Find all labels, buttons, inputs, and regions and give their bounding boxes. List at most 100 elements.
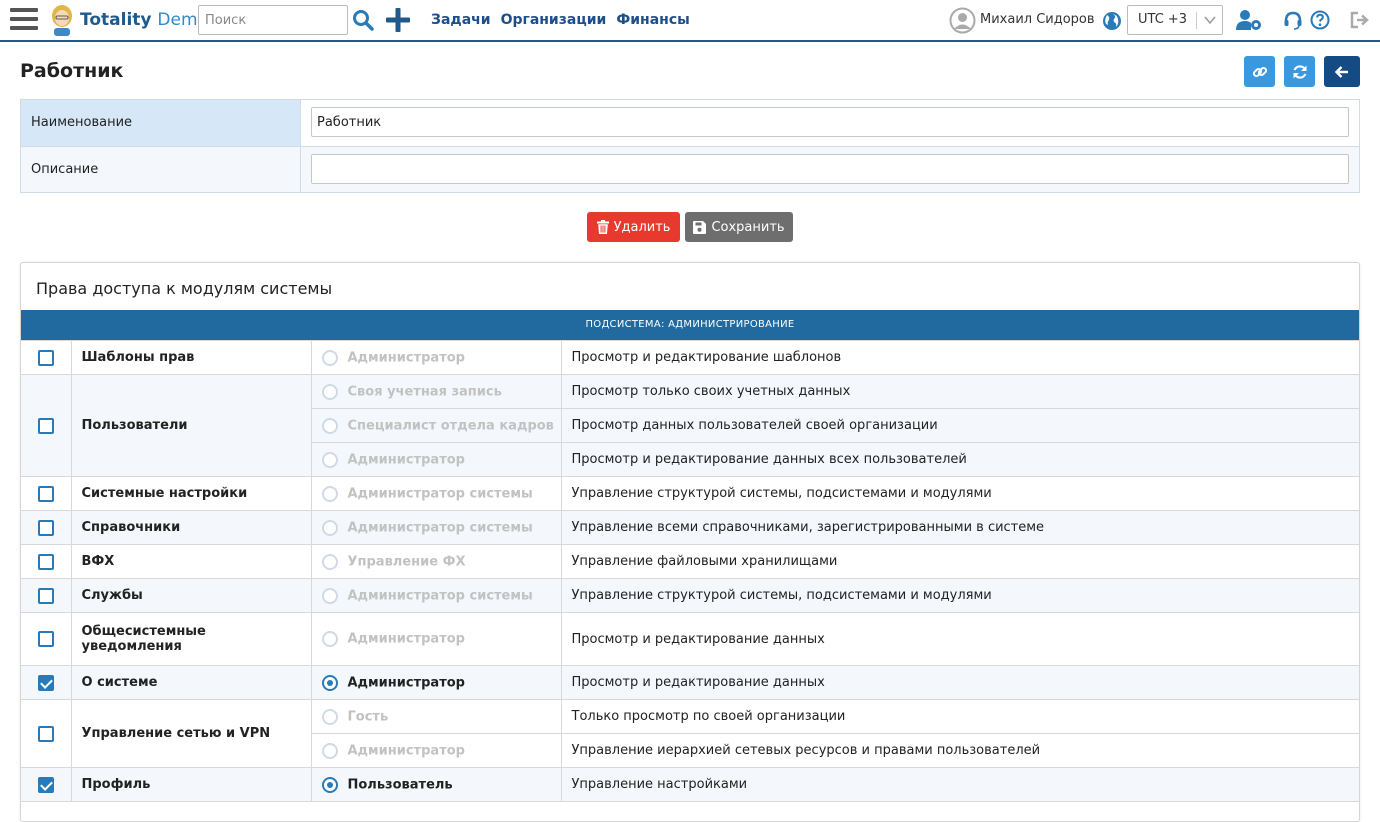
role-radio[interactable] [321,519,338,536]
help-icon[interactable] [1310,10,1330,30]
role-label: Пользователь [347,777,453,792]
role-radio[interactable] [321,742,338,759]
module-checkbox[interactable] [37,553,54,570]
select-divider [1196,12,1197,29]
trash-icon [596,220,609,234]
menu-icon[interactable] [10,8,38,32]
logo-avatar-icon [52,5,72,36]
role-description: Просмотр и редактирование данных всех по… [560,442,1359,477]
module-name: Службы [70,578,312,613]
copy-link-button[interactable] [1244,56,1275,87]
module-name: О системе [70,665,312,700]
role-radio[interactable] [321,553,338,570]
role-option[interactable]: Администратор системы [310,578,562,613]
role-label: Специалист отдела кадров [347,418,554,433]
role-description: Управление структурой системы, подсистем… [560,578,1359,613]
module-checkbox-cell [21,699,72,768]
role-radio[interactable] [321,674,338,691]
rights-row: Общесистемные уведомления Администратор Пр… [21,612,1359,666]
module-checkbox-cell [21,544,72,579]
role-description: Управление файловыми хранилищами [560,544,1359,579]
module-name: Справочники [70,510,312,545]
save-button[interactable]: Сохранить [685,212,793,242]
module-checkbox[interactable] [37,485,54,502]
role-label: Гость [347,709,389,724]
module-checkbox[interactable] [37,417,54,434]
search-input[interactable] [198,5,348,35]
module-checkbox-cell [21,476,72,511]
delete-label: Удалить [613,219,671,235]
role-radio[interactable] [321,631,338,647]
globe-icon [1103,12,1121,30]
module-checkbox[interactable] [37,519,54,536]
role-radio[interactable] [321,417,338,434]
module-name: ВФХ [70,544,312,579]
role-option[interactable]: Пользователь [310,767,562,802]
role-label: Управление ФХ [347,554,466,569]
role-option[interactable]: Администратор системы [310,510,562,545]
add-icon[interactable] [385,7,411,33]
brand-name[interactable]: Totality Demo [80,10,208,30]
role-option[interactable]: Администратор [310,340,562,375]
rights-row: Справочники Администратор системы Управлен… [21,510,1359,545]
back-button[interactable] [1324,56,1360,87]
timezone-select[interactable]: UTC +3 [1127,5,1223,35]
role-form: Наименование Описание [20,99,1360,193]
role-option[interactable]: Управление ФХ [310,544,562,579]
description-field[interactable] [311,154,1349,184]
main-nav: Задачи Организации Финансы [431,12,690,28]
module-checkbox-cell [21,374,72,477]
role-option[interactable]: Администратор [310,665,562,700]
role-option[interactable]: Гость [310,699,562,734]
role-radio[interactable] [321,451,338,468]
rights-row: Системные настройки Администратор системы… [21,476,1359,511]
arrow-left-icon [1334,65,1348,78]
role-radio[interactable] [321,349,338,366]
page-title: Работник [20,60,124,82]
rights-table: Шаблоны прав Администратор Просмотр и реда… [21,340,1359,802]
rights-row: ВФХ Управление ФХ Управление файловыми хра… [21,544,1359,579]
module-checkbox[interactable] [37,349,54,366]
logout-icon[interactable] [1350,11,1370,29]
role-label: Администратор [347,452,465,467]
search-icon[interactable] [352,9,374,31]
user-avatar-icon[interactable] [949,7,976,34]
floppy-disk-icon [693,220,707,234]
user-name[interactable]: Михаил Сидоров [980,12,1095,27]
module-checkbox[interactable] [37,674,54,691]
module-checkbox[interactable] [37,725,54,742]
name-field[interactable] [311,107,1349,137]
module-checkbox[interactable] [37,776,54,793]
role-description: Просмотр данных пользователей своей орга… [560,408,1359,443]
module-checkbox[interactable] [37,587,54,604]
nav-finance[interactable]: Финансы [616,12,689,28]
form-row-name: Наименование [21,100,1359,146]
headset-icon[interactable] [1283,10,1303,30]
role-radio[interactable] [321,708,338,725]
user-settings-icon[interactable] [1236,9,1262,31]
role-radio[interactable] [321,776,338,793]
delete-button[interactable]: Удалить [587,212,680,242]
module-name: Шаблоны прав [70,340,312,375]
role-radio[interactable] [321,383,338,400]
role-option[interactable]: Специалист отдела кадров [311,408,562,443]
role-option[interactable]: Своя учетная запись [310,374,562,409]
description-label: Описание [21,147,301,192]
nav-tasks[interactable]: Задачи [431,12,491,28]
module-name: Профиль [70,767,312,802]
module-name: Системные настройки [70,476,312,511]
rights-row: О системе Администратор Просмотр и редакти… [21,665,1359,700]
role-option[interactable]: Администратор [311,442,562,477]
role-option[interactable]: Администратор системы [310,476,562,511]
module-checkbox[interactable] [37,631,54,647]
rights-row: Пользователи Своя учетная запись Просмотр … [21,374,1359,477]
description-field-cell [301,147,1359,192]
role-option[interactable]: Администратор [310,612,562,666]
role-label: Администратор системы [347,520,533,535]
refresh-button[interactable] [1284,56,1315,87]
nav-organizations[interactable]: Организации [501,12,607,28]
role-radio[interactable] [321,587,338,604]
role-label: Администратор системы [347,486,533,501]
role-option[interactable]: Администратор [311,733,562,768]
role-radio[interactable] [321,485,338,502]
